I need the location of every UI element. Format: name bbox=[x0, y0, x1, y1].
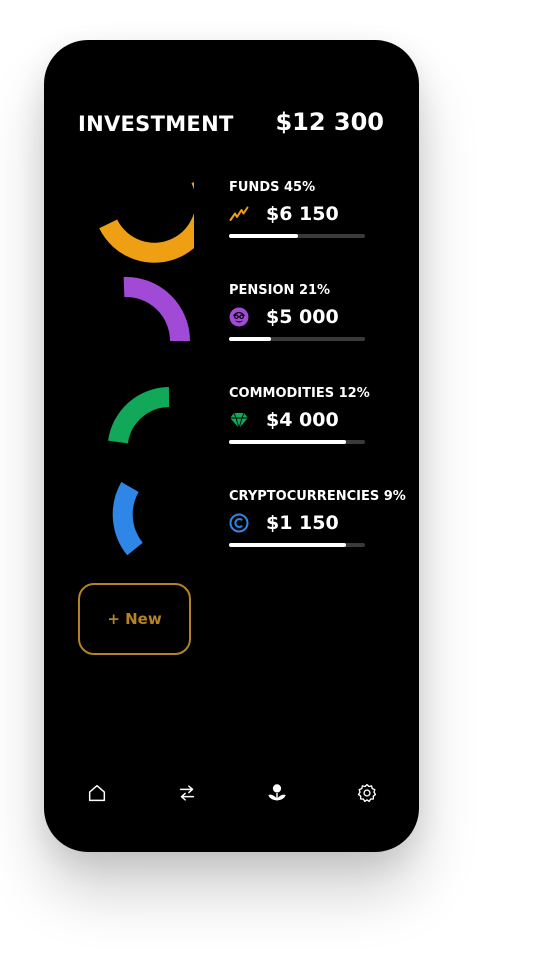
trend-icon bbox=[229, 204, 249, 224]
progress-fill bbox=[229, 440, 346, 444]
item-label: COMMODITIES 12% bbox=[229, 386, 370, 401]
item-label: PENSION 21% bbox=[229, 283, 331, 298]
diamond-icon bbox=[229, 410, 249, 430]
commodities-arc bbox=[84, 372, 194, 482]
progress-fill bbox=[229, 543, 346, 547]
investment-item-pension[interactable]: PENSION 21% $5 000 bbox=[229, 283, 399, 341]
progress-bar bbox=[229, 440, 365, 444]
plant-icon[interactable] bbox=[264, 780, 290, 806]
funds-arc bbox=[84, 166, 194, 276]
bottom-nav bbox=[44, 780, 419, 806]
item-amount: $6 150 bbox=[266, 203, 339, 225]
investment-item-cryptocurrencies[interactable]: CRYPTOCURRENCIES 9% $1 150 bbox=[229, 489, 406, 547]
total-balance: $12 300 bbox=[275, 108, 384, 136]
progress-fill bbox=[229, 337, 272, 341]
item-label: FUNDS 45% bbox=[229, 180, 316, 195]
phone-screen: INVESTMENT $12 300 FUNDS 45% $6 150 PENS… bbox=[44, 40, 419, 852]
progress-bar bbox=[229, 337, 365, 341]
item-amount: $4 000 bbox=[266, 409, 339, 431]
page-title: INVESTMENT bbox=[78, 112, 234, 136]
progress-bar bbox=[229, 234, 365, 238]
pension-arc bbox=[84, 269, 194, 379]
progress-fill bbox=[229, 234, 299, 238]
transfer-icon[interactable] bbox=[174, 780, 200, 806]
cryptocurrencies-arc bbox=[84, 475, 194, 585]
new-investment-button[interactable]: + New bbox=[78, 583, 191, 655]
item-amount: $1 150 bbox=[266, 512, 339, 534]
progress-bar bbox=[229, 543, 365, 547]
item-amount: $5 000 bbox=[266, 306, 339, 328]
settings-icon[interactable] bbox=[354, 780, 380, 806]
item-label: CRYPTOCURRENCIES 9% bbox=[229, 489, 406, 504]
grandpa-icon bbox=[229, 307, 249, 327]
investment-item-commodities[interactable]: COMMODITIES 12% $4 000 bbox=[229, 386, 399, 444]
home-icon[interactable] bbox=[84, 780, 110, 806]
investment-item-funds[interactable]: FUNDS 45% $6 150 bbox=[229, 180, 399, 238]
crypto-coin-icon bbox=[229, 513, 249, 533]
